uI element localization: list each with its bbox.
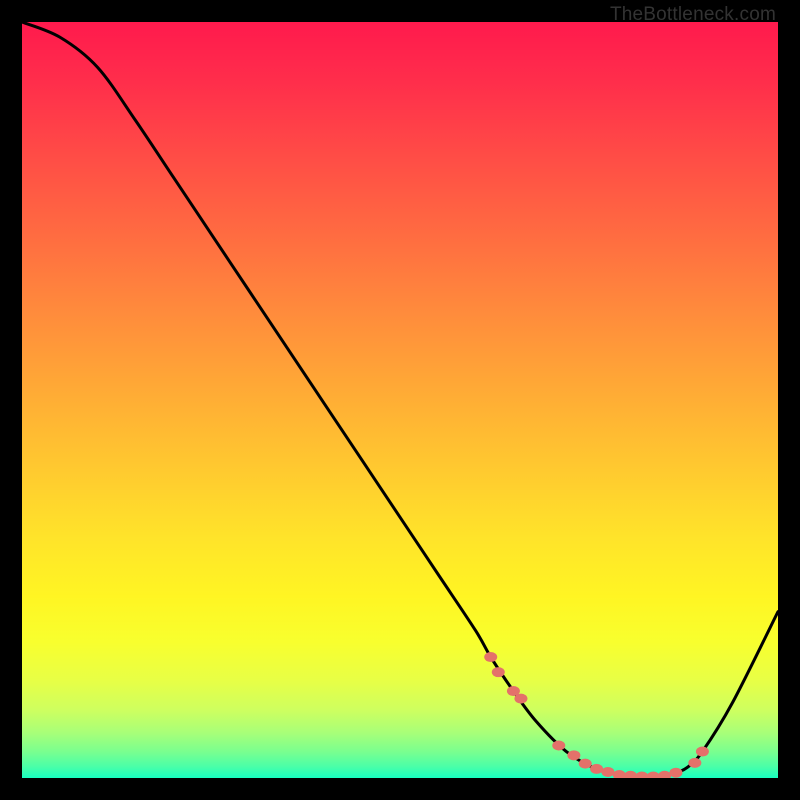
plot-area	[22, 22, 778, 778]
gradient-background	[22, 22, 778, 778]
